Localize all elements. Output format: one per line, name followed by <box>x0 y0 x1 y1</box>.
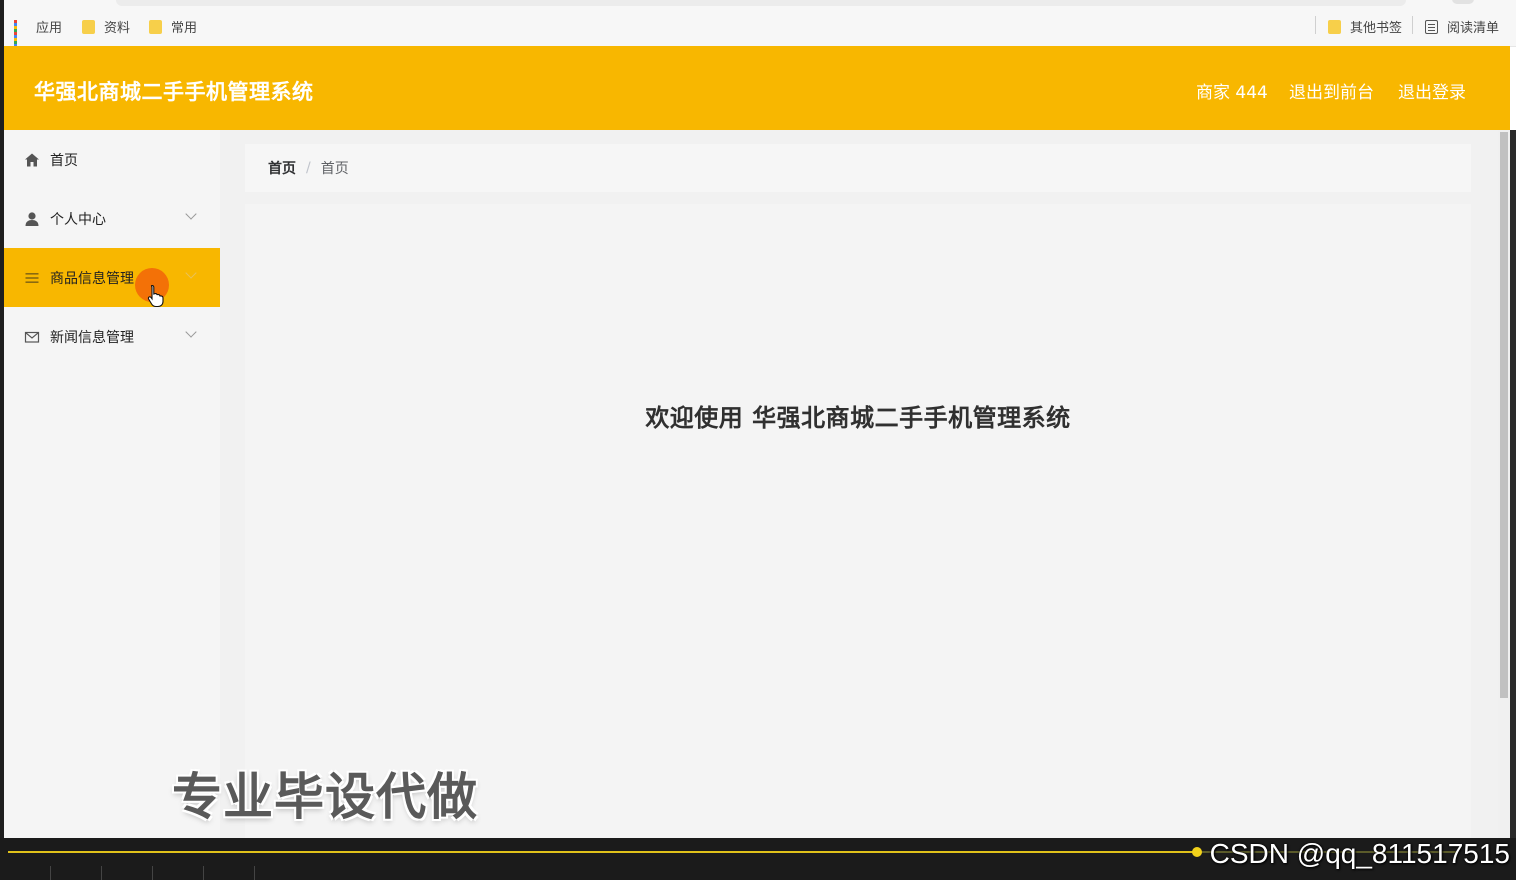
watermark-text: 专业毕设代做 <box>172 768 478 826</box>
sidebar: 首页 个人中心 商品信息管理 新闻信息管理 <box>4 130 220 838</box>
content-card: 欢迎使用 华强北商城二手手机管理系统 <box>245 204 1471 838</box>
bookmark-label: 应用 <box>36 21 63 36</box>
logout-link[interactable]: 退出登录 <box>1398 78 1466 103</box>
breadcrumb-item-current: 首页 <box>320 161 349 177</box>
page-scrollbar[interactable] <box>1498 130 1510 838</box>
address-bar[interactable] <box>116 0 1406 6</box>
sidebar-item-product-management[interactable]: 商品信息管理 <box>4 248 220 307</box>
bookmark-label: 常用 <box>171 21 198 36</box>
credit-watermark: CSDN @qq_811517515 <box>1209 838 1510 869</box>
player-divider <box>254 866 255 880</box>
bookmark-label: 其他书签 <box>1350 21 1403 36</box>
bookmark-folder-ziliao[interactable]: 资料 <box>82 17 130 36</box>
app-title: 华强北商城二手手机管理系统 <box>34 80 314 104</box>
video-progress-knob[interactable] <box>1192 847 1202 857</box>
reading-list-icon <box>1425 19 1438 34</box>
scrollbar-thumb[interactable] <box>1500 132 1508 698</box>
bookmark-label: 阅读清单 <box>1447 21 1500 36</box>
menu-list-icon <box>24 270 40 286</box>
chevron-down-icon <box>185 208 197 220</box>
folder-icon <box>1328 19 1341 34</box>
sidebar-item-label: 个人中心 <box>50 211 106 228</box>
folder-icon <box>82 19 95 34</box>
sidebar-item-label: 商品信息管理 <box>50 270 134 287</box>
breadcrumb-separator: / <box>306 160 311 176</box>
bookmark-label: 资料 <box>104 21 131 36</box>
bookmark-apps[interactable]: 应用 <box>14 17 63 47</box>
player-divider <box>50 866 51 880</box>
chevron-down-icon <box>185 326 197 338</box>
welcome-heading: 欢迎使用 华强北商城二手手机管理系统 <box>645 404 1071 432</box>
sidebar-item-label: 首页 <box>50 152 78 169</box>
video-progress-fill <box>8 851 1197 853</box>
hand-cursor-icon <box>147 284 164 308</box>
user-icon <box>24 211 40 227</box>
sidebar-item-profile[interactable]: 个人中心 <box>4 189 220 248</box>
breadcrumb-item-home[interactable]: 首页 <box>268 158 296 178</box>
sidebar-item-label: 新闻信息管理 <box>50 329 134 346</box>
bookmark-separator <box>1315 16 1316 34</box>
breadcrumb: 首页 / 首页 <box>245 144 1471 192</box>
bookmarks-bar: 应用 资料 常用 其他书签 阅读清单 <box>4 0 1516 47</box>
reading-list-button[interactable]: 阅读清单 <box>1425 17 1499 36</box>
sidebar-item-news-management[interactable]: 新闻信息管理 <box>4 307 220 366</box>
player-divider <box>203 866 204 880</box>
profile-button[interactable] <box>1452 0 1474 4</box>
bookmark-folder-changyong[interactable]: 常用 <box>149 17 197 36</box>
current-user[interactable]: 商家 444 <box>1196 78 1268 103</box>
player-divider <box>152 866 153 880</box>
folder-icon <box>149 19 162 34</box>
player-divider <box>101 866 102 880</box>
apps-grid-icon <box>14 19 27 47</box>
video-player-bar: CSDN @qq_811517515 <box>0 838 1516 880</box>
sidebar-item-home[interactable]: 首页 <box>4 130 220 189</box>
mail-icon <box>24 329 40 345</box>
exit-to-front-link[interactable]: 退出到前台 <box>1289 78 1374 103</box>
app-header: 华强北商城二手手机管理系统 商家 444 退出到前台 退出登录 <box>4 46 1510 130</box>
bookmark-separator <box>1412 16 1413 34</box>
main-content: 首页 / 首页 欢迎使用 华强北商城二手手机管理系统 <box>220 130 1498 838</box>
chevron-down-icon <box>185 267 197 279</box>
home-icon <box>24 152 40 168</box>
bookmark-other[interactable]: 其他书签 <box>1328 17 1402 36</box>
window-frame-right <box>1510 130 1516 838</box>
